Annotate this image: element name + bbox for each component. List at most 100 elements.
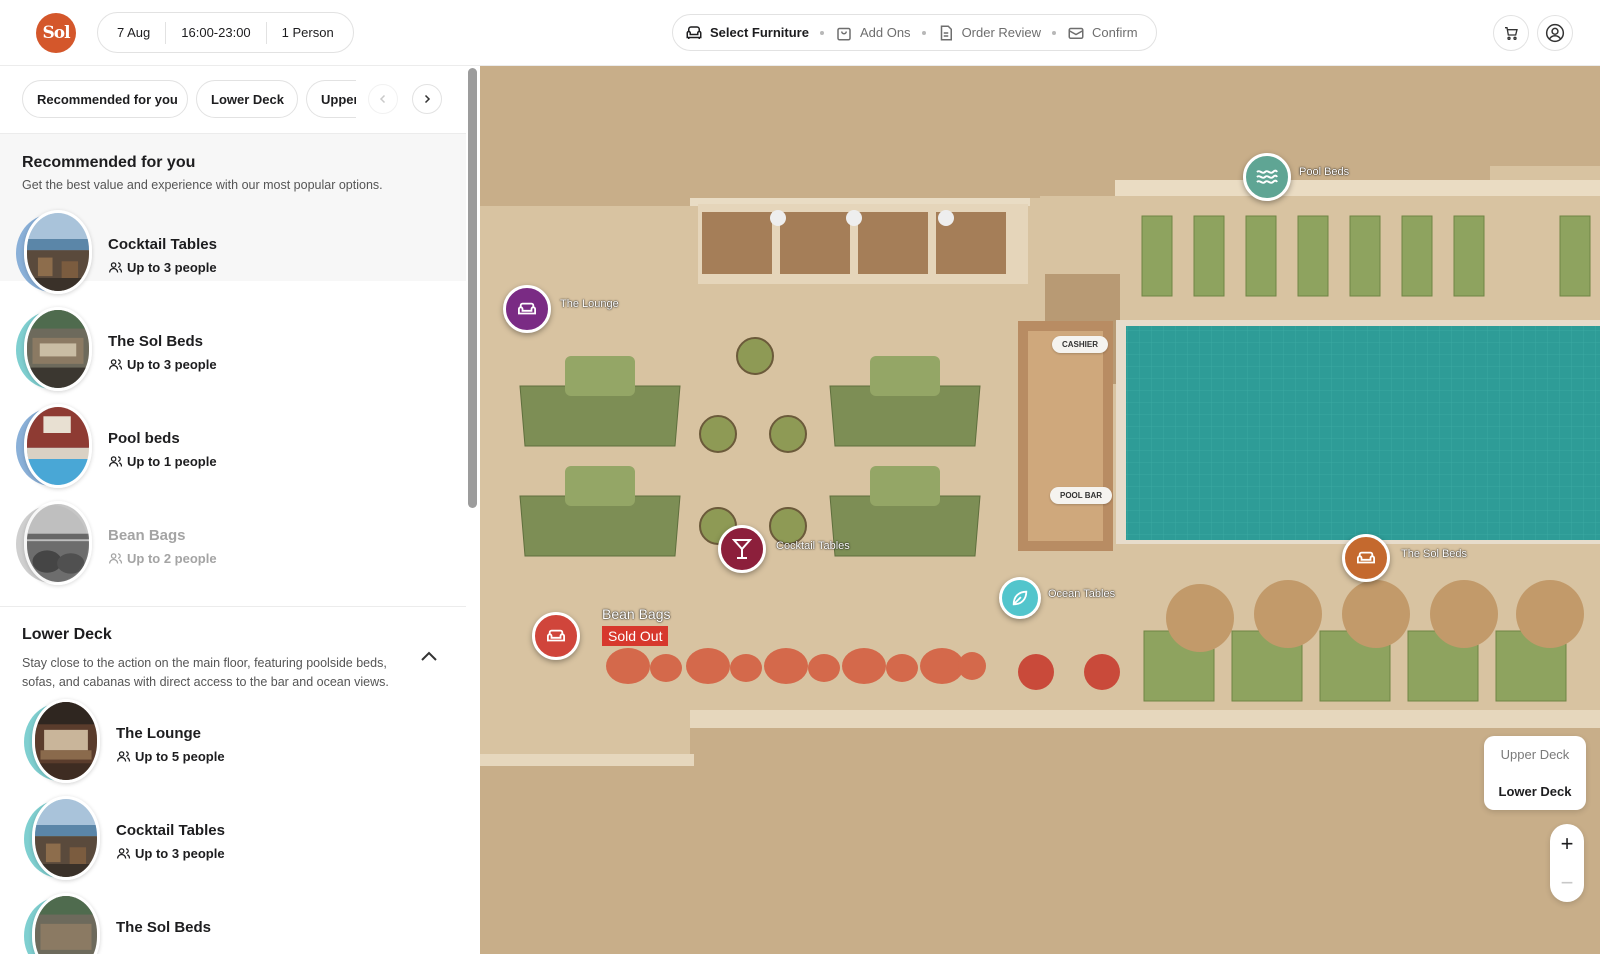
- map-tag-cashier: CASHIER: [1052, 336, 1109, 353]
- bag-icon: [837, 27, 851, 40]
- deck-lower-button[interactable]: Lower Deck: [1484, 773, 1586, 810]
- filter-chips: Recommended for you Lower Deck Upper Dec…: [22, 80, 462, 120]
- sold-out-badge: Sold Out: [602, 626, 669, 646]
- sofa-icon: [547, 629, 565, 642]
- item-capacity: Up to 3 people: [108, 260, 217, 275]
- people-icon: [116, 751, 131, 762]
- collapse-section-icon[interactable]: [420, 650, 438, 662]
- cocktail-icon: [732, 539, 752, 559]
- ticket-icon: [1068, 27, 1084, 39]
- booking-date: 7 Aug: [117, 25, 151, 40]
- item-capacity: Up to 5 people: [116, 749, 225, 764]
- user-icon: [1545, 23, 1565, 43]
- booking-guests: 1 Person: [281, 25, 334, 40]
- top-header: Sol 7 Aug 16:00-23:00 1 Person Select Fu…: [0, 0, 1600, 66]
- pin-label-bean-bags: Bean Bags: [602, 606, 671, 622]
- filter-chip-upper-deck[interactable]: Upper Deck: [306, 80, 356, 118]
- step-label: Select Furniture: [710, 25, 809, 40]
- item-name: Cocktail Tables: [108, 236, 217, 253]
- step-dot: [1052, 30, 1057, 35]
- item-thumbnail: [16, 404, 96, 490]
- pin-label-sol-beds: The Sol Beds: [1401, 548, 1468, 560]
- step-label: Add Ons: [859, 25, 911, 40]
- deck-toggle: Upper Deck Lower Deck: [1484, 736, 1586, 810]
- pin-label-cocktail-tables: Cocktail Tables: [776, 540, 850, 552]
- pin-bean-bags[interactable]: [532, 612, 580, 660]
- section-desc-lower-deck: Stay close to the action on the main flo…: [22, 656, 389, 689]
- item-capacity: Up to 2 people: [108, 551, 217, 566]
- pin-cocktail-tables[interactable]: [718, 525, 766, 573]
- filter-chip-recommended[interactable]: Recommended for you: [22, 80, 188, 118]
- sol-logo[interactable]: Sol: [36, 13, 76, 53]
- pin-ocean-tables[interactable]: [999, 577, 1041, 619]
- step-label: Confirm: [1092, 25, 1138, 40]
- item-name: Cocktail Tables: [116, 822, 225, 839]
- pin-the-lounge[interactable]: [503, 285, 551, 333]
- venue-map[interactable]: CASHIER POOL BAR Pool Beds The Lounge Co…: [480, 66, 1600, 954]
- sofa-icon: [686, 25, 702, 39]
- people-icon: [108, 262, 123, 273]
- step-add-ons[interactable]: Add Ons: [835, 24, 911, 42]
- pin-pool-beds[interactable]: [1243, 153, 1291, 201]
- item-name: Bean Bags: [108, 527, 186, 544]
- cart-button[interactable]: [1493, 15, 1529, 51]
- filter-prev-button[interactable]: [368, 84, 398, 114]
- document-icon: [940, 25, 952, 40]
- booking-summary-pill[interactable]: 7 Aug 16:00-23:00 1 Person: [97, 12, 354, 53]
- item-capacity: Up to 3 people: [116, 846, 225, 861]
- item-capacity: Up to 1 people: [108, 454, 217, 469]
- zoom-out-button[interactable]: −: [1550, 863, 1584, 902]
- item-capacity-text: Up to 5 people: [135, 749, 225, 764]
- furniture-sidebar: Recommended for you Lower Deck Upper Dec…: [0, 66, 480, 954]
- venue-floorplan: [480, 66, 1600, 954]
- people-icon: [108, 456, 123, 467]
- item-capacity-text: Up to 3 people: [135, 846, 225, 861]
- item-thumbnail: [24, 893, 104, 954]
- step-dot: [819, 30, 824, 35]
- pin-sol-beds[interactable]: [1342, 534, 1390, 582]
- step-confirm[interactable]: Confirm: [1067, 24, 1138, 42]
- pin-label-ocean-tables: Ocean Tables: [1048, 588, 1116, 600]
- step-select-furniture[interactable]: Select Furniture: [685, 24, 809, 42]
- item-thumbnail: [16, 307, 96, 393]
- account-button[interactable]: [1537, 15, 1573, 51]
- waves-icon: [1256, 169, 1278, 184]
- filter-next-button[interactable]: [412, 84, 442, 114]
- pin-label-pool-beds: Pool Beds: [1299, 166, 1350, 178]
- item-capacity-text: Up to 3 people: [127, 357, 217, 372]
- item-thumbnail: [16, 210, 96, 296]
- leaf-icon: [1012, 590, 1028, 606]
- item-capacity-text: Up to 2 people: [127, 551, 217, 566]
- item-thumbnail: [24, 796, 104, 882]
- filter-chip-lower-deck[interactable]: Lower Deck: [196, 80, 298, 118]
- item-thumbnail: [16, 501, 96, 587]
- sofa-icon: [518, 302, 536, 315]
- people-icon: [116, 848, 131, 859]
- sofa-icon: [1357, 551, 1375, 564]
- sidebar-scrollbar-thumb[interactable]: [468, 68, 477, 508]
- map-tag-pool-bar: POOL BAR: [1050, 487, 1113, 504]
- chevron-right-icon: [424, 94, 431, 104]
- item-name: The Sol Beds: [116, 919, 212, 936]
- zoom-in-button[interactable]: +: [1550, 824, 1584, 863]
- item-name: Pool beds: [108, 430, 180, 447]
- section-title-lower-deck: Lower Deck: [22, 626, 112, 643]
- section-desc-recommended: Get the best value and experience with o…: [22, 178, 383, 192]
- divider: [0, 606, 466, 607]
- deck-upper-button[interactable]: Upper Deck: [1484, 736, 1586, 773]
- chevron-left-icon: [379, 94, 386, 104]
- item-thumbnail: [24, 699, 104, 785]
- cart-icon: [1505, 27, 1518, 40]
- booking-time: 16:00-23:00: [181, 25, 251, 40]
- step-dot: [921, 30, 926, 35]
- item-name: The Sol Beds: [108, 333, 204, 350]
- item-capacity-text: Up to 1 people: [127, 454, 217, 469]
- step-order-review[interactable]: Order Review: [937, 24, 1041, 42]
- item-capacity: Up to 3 people: [108, 357, 217, 372]
- step-label: Order Review: [961, 25, 1042, 40]
- pin-label-the-lounge: The Lounge: [560, 298, 619, 310]
- people-icon: [108, 553, 123, 564]
- item-capacity-text: Up to 3 people: [127, 260, 217, 275]
- people-icon: [108, 359, 123, 370]
- checkout-stepper: Select Furniture Add Ons Order Review Co…: [672, 14, 1157, 51]
